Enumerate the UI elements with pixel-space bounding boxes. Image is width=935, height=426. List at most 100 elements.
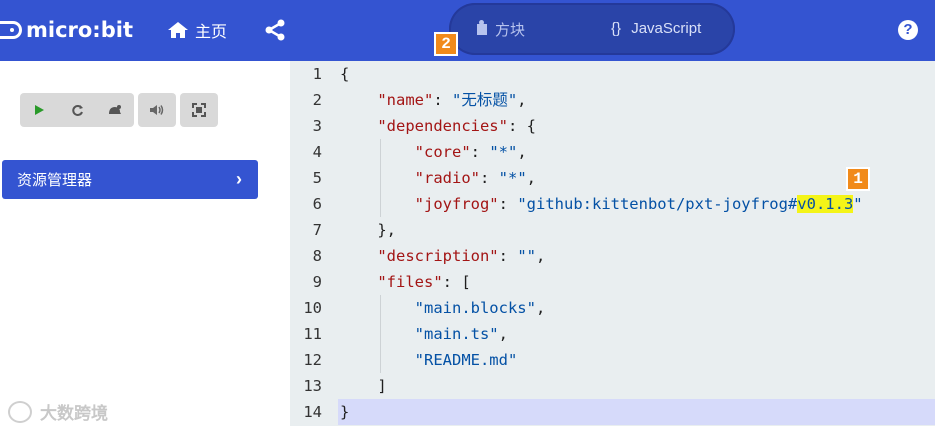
- code-line[interactable]: 1{: [290, 61, 935, 87]
- code-token: "radio": [414, 169, 480, 187]
- code-line[interactable]: 11 "main.ts",: [290, 321, 935, 347]
- code-token: ,: [517, 91, 527, 109]
- share-icon[interactable]: [264, 19, 286, 41]
- code-token: "无标题": [452, 91, 518, 109]
- line-code: "main.ts",: [340, 321, 508, 347]
- code-token: :: [479, 169, 499, 187]
- play-icon: [35, 105, 44, 115]
- restart-icon: [71, 104, 83, 116]
- code-line[interactable]: 6 "joyfrog": "github:kittenbot/pxt-joyfr…: [290, 191, 935, 217]
- explorer-label: 资源管理器: [17, 172, 93, 189]
- line-number: 10: [303, 299, 322, 317]
- watermark-logo-icon: [8, 400, 32, 423]
- code-token: :: [498, 247, 518, 265]
- line-number: 4: [312, 143, 322, 161]
- mute-icon: [150, 105, 164, 115]
- code-token: "files": [377, 273, 443, 291]
- tab-blocks[interactable]: 方块: [477, 19, 525, 40]
- code-line[interactable]: 8 "description": "",: [290, 243, 935, 269]
- code-token: :: [470, 143, 490, 161]
- code-token: : [: [442, 273, 471, 291]
- restart-button[interactable]: [58, 93, 96, 127]
- line-number: 9: [312, 273, 322, 291]
- code-token: "joyfrog": [414, 195, 499, 213]
- code-token: ,: [535, 299, 546, 317]
- line-code: },: [340, 217, 396, 243]
- line-number: 3: [312, 117, 322, 135]
- code-line[interactable]: 14}: [290, 399, 935, 425]
- code-token: },: [340, 221, 396, 239]
- tab-javascript-label: JavaScript: [631, 20, 702, 37]
- help-icon[interactable]: ?: [898, 20, 918, 40]
- explorer-button[interactable]: 资源管理器 ›: [2, 160, 258, 199]
- tab-blocks-label: 方块: [495, 22, 526, 39]
- line-number: 13: [303, 377, 322, 395]
- code-line[interactable]: 9 "files": [: [290, 269, 935, 295]
- fullscreen-button[interactable]: [180, 93, 218, 127]
- slow-motion-button[interactable]: [96, 93, 134, 127]
- annotation-badge-1: 1: [846, 167, 870, 191]
- line-code: "main.blocks",: [340, 295, 546, 321]
- code-token: ,: [517, 143, 527, 161]
- code-token: "*": [498, 169, 527, 187]
- home-button[interactable]: 主页: [167, 18, 227, 42]
- line-code: {: [340, 61, 349, 87]
- code-line[interactable]: 2 "name": "无标题",: [290, 87, 935, 113]
- line-code: }: [340, 399, 349, 425]
- code-token: "core": [414, 143, 471, 161]
- fullscreen-icon: [192, 103, 206, 117]
- line-number: 14: [303, 403, 322, 421]
- line-number: 12: [303, 351, 322, 369]
- mute-button[interactable]: [138, 93, 176, 127]
- editor-toggle: 方块 {} JavaScript: [449, 3, 735, 55]
- code-token: :: [498, 195, 518, 213]
- code-token: ": [853, 195, 863, 213]
- code-editor[interactable]: 1{2 "name": "无标题", 3 "dependencies": {4 "…: [290, 61, 935, 426]
- line-code: "radio": "*",: [340, 165, 536, 191]
- code-line[interactable]: 13 ]: [290, 373, 935, 399]
- top-bar: micro:bit 主页 方块 {} JavaScript ?: [0, 0, 935, 61]
- sidebar: 资源管理器 › 大数跨境: [0, 61, 290, 426]
- code-token: {: [340, 65, 350, 83]
- code-token: ,: [536, 247, 546, 265]
- code-token: "": [517, 247, 536, 265]
- braces-icon: {}: [611, 20, 622, 37]
- code-line[interactable]: 3 "dependencies": {: [290, 113, 935, 139]
- line-code: "core": "*",: [340, 139, 527, 165]
- version-highlight: v0.1.3: [797, 195, 854, 213]
- annotation-badge-2: 2: [434, 32, 458, 56]
- code-line[interactable]: 7 },: [290, 217, 935, 243]
- code-token: : {: [507, 117, 536, 135]
- line-number: 2: [312, 91, 322, 109]
- microbit-logo[interactable]: micro:bit: [0, 16, 133, 44]
- line-number: 5: [312, 169, 322, 187]
- code-line[interactable]: 10 "main.blocks",: [290, 295, 935, 321]
- code-token: ]: [340, 377, 387, 395]
- code-token: "main.blocks": [414, 299, 536, 317]
- tab-javascript[interactable]: {} JavaScript: [611, 20, 701, 37]
- code-token: "dependencies": [377, 117, 508, 135]
- line-code: ]: [340, 373, 387, 399]
- code-line[interactable]: 4 "core": "*",: [290, 139, 935, 165]
- line-number: 8: [312, 247, 322, 265]
- code-token: "*": [489, 143, 518, 161]
- line-number: 7: [312, 221, 322, 239]
- line-number: 11: [303, 325, 322, 343]
- chevron-right-icon: ›: [236, 169, 242, 189]
- code-line[interactable]: 12 "README.md": [290, 347, 935, 373]
- microbit-logo-icon: [0, 21, 22, 39]
- play-button[interactable]: [20, 93, 58, 127]
- line-code: "name": "无标题",: [340, 87, 527, 113]
- line-code: "files": [: [340, 269, 471, 295]
- line-code: "dependencies": {: [340, 113, 536, 139]
- code-line[interactable]: 5 "radio": "*",: [290, 165, 935, 191]
- home-icon: [168, 22, 188, 38]
- code-token: ,: [498, 325, 508, 343]
